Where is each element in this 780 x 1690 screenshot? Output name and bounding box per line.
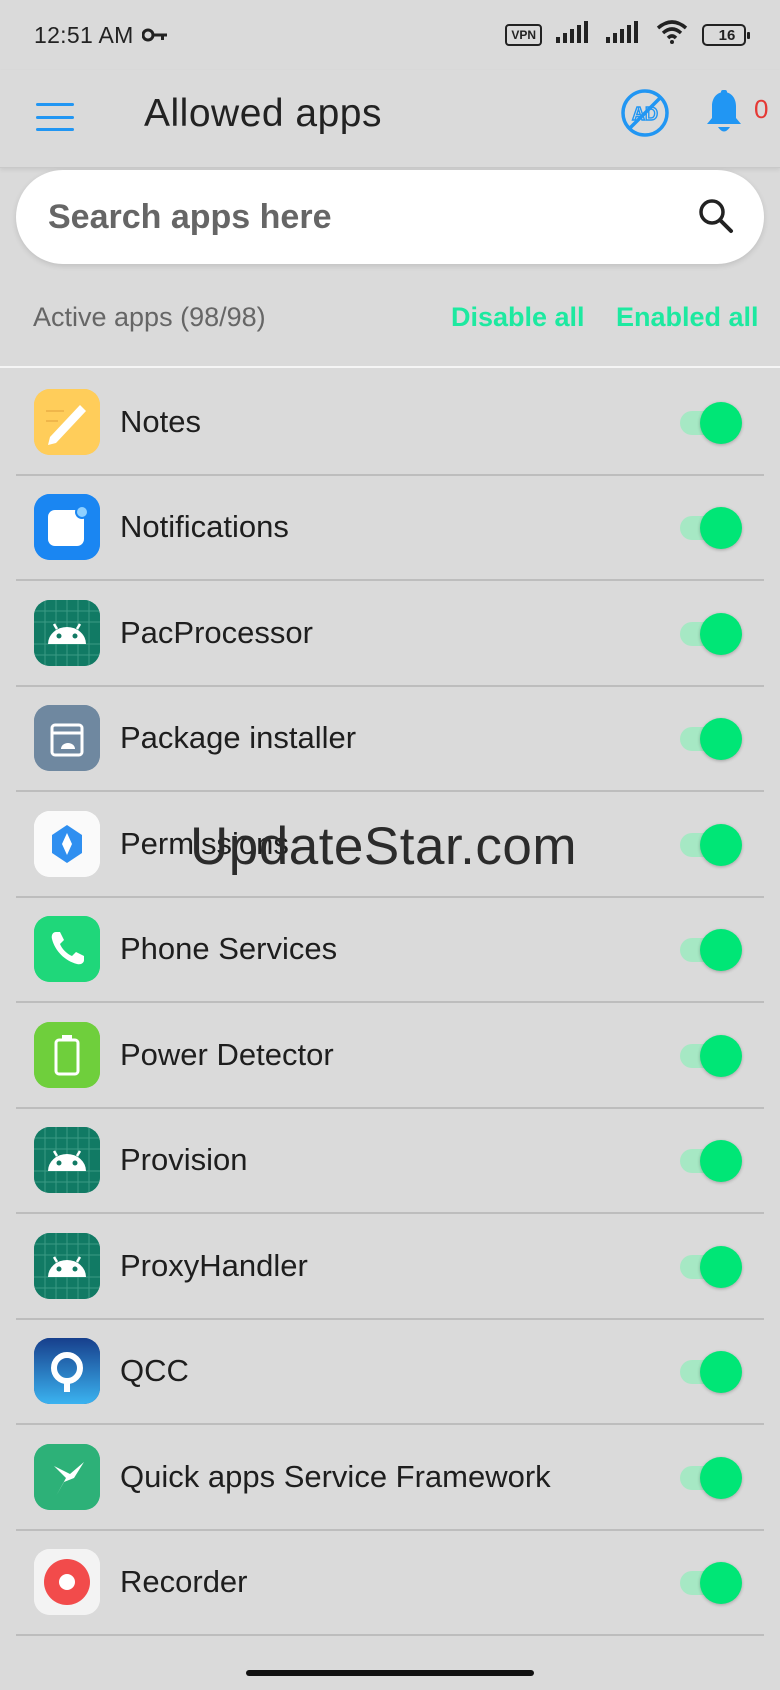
disable-all-button[interactable]: Disable all bbox=[451, 302, 585, 333]
app-name: Package installer bbox=[120, 720, 357, 756]
search-icon[interactable] bbox=[696, 196, 736, 241]
app-name: Power Detector bbox=[120, 1036, 334, 1072]
bell-icon bbox=[707, 90, 741, 132]
app-toggle[interactable] bbox=[678, 1034, 742, 1077]
app-toggle[interactable] bbox=[678, 1351, 742, 1394]
list-item[interactable]: Phone Services bbox=[16, 898, 764, 1003]
notifications-icon bbox=[34, 494, 100, 561]
app-toggle[interactable] bbox=[678, 718, 742, 761]
android-icon bbox=[34, 599, 100, 666]
app-toggle[interactable] bbox=[678, 1245, 742, 1288]
menu-button[interactable] bbox=[36, 100, 74, 134]
recorder-icon bbox=[34, 1549, 100, 1616]
list-item[interactable]: QCC bbox=[16, 1320, 764, 1425]
hummingbird-icon bbox=[34, 1443, 100, 1510]
app-toggle[interactable] bbox=[678, 929, 742, 972]
list-item[interactable]: Package installer bbox=[16, 687, 764, 792]
package-installer-icon bbox=[34, 705, 100, 772]
app-name: Permissions bbox=[120, 825, 289, 861]
notification-count: 0 bbox=[754, 94, 769, 124]
app-bar: Allowed apps AD 0 bbox=[0, 70, 780, 168]
home-indicator[interactable] bbox=[246, 1670, 534, 1676]
app-name: QCC bbox=[120, 1353, 189, 1389]
notifications-button[interactable] bbox=[704, 90, 744, 141]
app-name: Phone Services bbox=[120, 931, 338, 967]
app-toggle[interactable] bbox=[678, 1140, 742, 1183]
app-toggle[interactable] bbox=[678, 1456, 742, 1499]
app-toggle[interactable] bbox=[678, 1562, 742, 1605]
list-item[interactable]: Provision bbox=[16, 1109, 764, 1214]
android-icon bbox=[34, 1127, 100, 1194]
app-name: PacProcessor bbox=[120, 614, 313, 650]
app-toggle[interactable] bbox=[678, 507, 742, 550]
no-ads-button[interactable]: AD bbox=[620, 88, 670, 143]
wifi-icon bbox=[656, 20, 688, 50]
app-name: Quick apps Service Framework bbox=[120, 1458, 551, 1494]
list-item[interactable]: Permissions bbox=[16, 792, 764, 898]
phone-icon bbox=[34, 916, 100, 983]
list-item[interactable]: Recorder bbox=[16, 1531, 764, 1636]
key-icon bbox=[141, 28, 168, 42]
page-title: Allowed apps bbox=[144, 92, 382, 135]
list-item[interactable]: ProxyHandler bbox=[16, 1214, 764, 1320]
app-name: Notifications bbox=[120, 509, 289, 545]
divider bbox=[0, 366, 780, 368]
app-toggle[interactable] bbox=[678, 401, 742, 444]
search-input[interactable] bbox=[48, 197, 764, 237]
app-toggle[interactable] bbox=[678, 823, 742, 866]
qcc-icon bbox=[34, 1338, 100, 1405]
list-item[interactable]: Quick apps Service Framework bbox=[16, 1425, 764, 1531]
no-ads-icon: AD bbox=[621, 89, 669, 137]
list-item[interactable]: Power Detector bbox=[16, 1003, 764, 1109]
app-name: Provision bbox=[120, 1142, 248, 1178]
signal-icon bbox=[556, 21, 592, 49]
app-name: Notes bbox=[120, 403, 201, 439]
active-apps-count: Active apps (98/98) bbox=[33, 302, 266, 332]
signal-icon-2 bbox=[606, 21, 642, 49]
app-toggle[interactable] bbox=[678, 612, 742, 655]
status-time: 12:51 AM bbox=[34, 21, 134, 48]
list-item[interactable]: PacProcessor bbox=[16, 581, 764, 687]
filter-row: Active apps (98/98) Disable all Enabled … bbox=[0, 290, 780, 344]
battery-icon: 16 bbox=[702, 24, 750, 46]
status-bar: 12:51 AM VPN 16 bbox=[0, 0, 780, 70]
search-bar bbox=[16, 170, 764, 264]
list-item[interactable]: Notes bbox=[16, 370, 764, 476]
permissions-icon bbox=[34, 810, 100, 877]
enable-all-button[interactable]: Enabled all bbox=[616, 302, 759, 333]
list-item[interactable]: Notifications bbox=[16, 476, 764, 581]
android-icon bbox=[34, 1232, 100, 1299]
app-name: ProxyHandler bbox=[120, 1247, 308, 1283]
app-list: Notes Notifications PacProcessor Package… bbox=[0, 370, 780, 1636]
battery-icon bbox=[34, 1021, 100, 1088]
battery-level: 16 bbox=[718, 26, 736, 44]
notes-icon bbox=[34, 388, 100, 455]
app-name: Recorder bbox=[120, 1564, 248, 1600]
vpn-badge: VPN bbox=[505, 24, 542, 46]
